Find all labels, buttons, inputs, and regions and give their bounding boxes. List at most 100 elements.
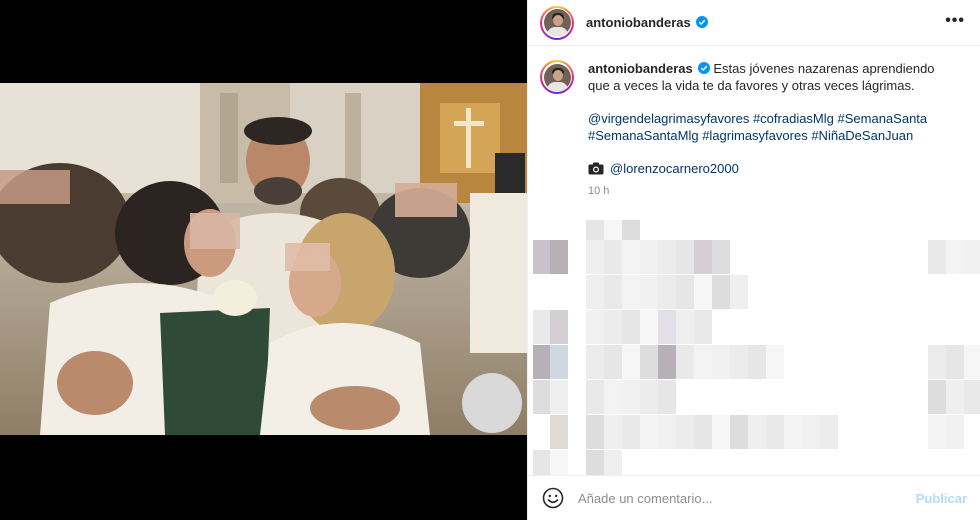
blur-pixel <box>964 345 980 379</box>
more-options-icon: ••• <box>945 12 965 29</box>
blur-pixel <box>676 345 694 379</box>
photo-credit: @lorenzocarnero2000 <box>588 160 958 177</box>
blur-pixel <box>640 275 658 309</box>
blur-pixel <box>730 275 748 309</box>
post-panel: antoniobanderas ••• antoniobanderas Esta… <box>527 0 980 520</box>
blur-pixel <box>533 380 551 414</box>
hashtag-link[interactable]: #NiñaDeSanJuan <box>811 128 913 143</box>
blur-pixel <box>658 380 676 414</box>
blur-pixel <box>658 310 676 344</box>
blur-pixel <box>604 310 622 344</box>
blur-pixel <box>946 345 964 379</box>
blur-pixel <box>766 345 784 379</box>
post-caption: antoniobanderas Estas jóvenes nazarenas … <box>540 60 970 200</box>
header-username-text[interactable]: antoniobanderas <box>586 15 691 30</box>
blur-pixel <box>586 310 604 344</box>
blur-pixel <box>928 415 946 449</box>
caption-avatar[interactable] <box>540 60 574 94</box>
header-username[interactable]: antoniobanderas <box>586 15 708 30</box>
blur-pixel <box>964 380 980 414</box>
blur-pixel <box>604 240 622 274</box>
post-header: antoniobanderas ••• <box>528 0 980 46</box>
blur-pixel <box>928 345 946 379</box>
blur-pixel <box>622 345 640 379</box>
avatar[interactable] <box>540 5 574 40</box>
post-timestamp[interactable]: 10 h <box>588 183 958 200</box>
blur-pixel <box>550 450 568 475</box>
post-photo-image <box>0 83 527 435</box>
comment-input[interactable] <box>578 490 908 506</box>
blur-pixel <box>964 240 980 274</box>
blur-pixel <box>640 380 658 414</box>
hashtag-link[interactable]: #cofradiasMlg <box>753 111 834 126</box>
blur-pixel <box>694 240 712 274</box>
blur-pixel <box>676 275 694 309</box>
blur-pixel <box>694 310 712 344</box>
publish-button[interactable]: Publicar <box>916 491 967 506</box>
blur-pixel <box>730 345 748 379</box>
blur-pixel <box>604 415 622 449</box>
blur-pixel <box>766 415 784 449</box>
blur-pixel <box>946 240 964 274</box>
blur-pixel <box>640 310 658 344</box>
blur-pixel <box>946 380 964 414</box>
blur-pixel <box>640 415 658 449</box>
blur-pixel <box>533 345 551 379</box>
blur-pixel <box>676 240 694 274</box>
blur-pixel <box>640 240 658 274</box>
blur-pixel <box>676 415 694 449</box>
blur-pixel <box>946 415 964 449</box>
blur-pixel <box>604 450 622 475</box>
hashtag-link[interactable]: @virgendelagrimasyfavores <box>588 111 749 126</box>
blur-pixel <box>586 240 604 274</box>
blur-pixel <box>712 415 730 449</box>
hashtag-link[interactable]: #lagrimasyfavores <box>702 128 808 143</box>
blur-pixel <box>694 415 712 449</box>
blur-pixel <box>784 415 802 449</box>
comment-bar: Publicar <box>528 475 980 520</box>
emoji-icon <box>542 487 564 509</box>
blur-pixel <box>622 380 640 414</box>
blur-pixel <box>604 380 622 414</box>
blurred-comments <box>528 210 980 475</box>
blur-pixel <box>676 310 694 344</box>
hashtags: @virgendelagrimasyfavores #cofradiasMlg … <box>588 110 958 144</box>
blur-pixel <box>712 275 730 309</box>
blur-pixel <box>550 380 568 414</box>
blur-pixel <box>550 310 568 344</box>
blur-pixel <box>694 275 712 309</box>
blur-pixel <box>658 345 676 379</box>
blur-pixel <box>640 345 658 379</box>
blur-pixel <box>802 415 820 449</box>
blur-pixel <box>730 415 748 449</box>
blur-pixel <box>658 240 676 274</box>
blur-pixel <box>533 240 551 274</box>
blur-pixel <box>928 380 946 414</box>
hashtag-link[interactable]: #SemanaSanta <box>838 111 928 126</box>
media-pane <box>0 0 527 520</box>
blur-pixel <box>748 345 766 379</box>
blur-pixel <box>533 310 551 344</box>
blur-pixel <box>550 240 568 274</box>
blur-pixel <box>658 415 676 449</box>
blur-pixel <box>586 450 604 475</box>
more-options-button[interactable]: ••• <box>945 12 965 30</box>
blur-pixel <box>748 415 766 449</box>
blur-pixel <box>820 415 838 449</box>
blur-pixel <box>694 345 712 379</box>
blur-pixel <box>586 380 604 414</box>
blur-pixel <box>550 415 568 449</box>
post-photo[interactable] <box>0 83 527 435</box>
emoji-button[interactable] <box>542 487 564 509</box>
blur-pixel <box>550 345 568 379</box>
credit-link[interactable]: @lorenzocarnero2000 <box>610 160 739 177</box>
blur-pixel <box>586 275 604 309</box>
blur-pixel <box>658 275 676 309</box>
caption-username[interactable]: antoniobanderas <box>588 61 693 76</box>
hashtag-link[interactable]: #SemanaSantaMlg <box>588 128 699 143</box>
blur-pixel <box>586 345 604 379</box>
blur-pixel <box>586 415 604 449</box>
verified-badge-icon <box>697 62 710 74</box>
blur-pixel <box>622 275 640 309</box>
blur-pixel <box>622 240 640 274</box>
